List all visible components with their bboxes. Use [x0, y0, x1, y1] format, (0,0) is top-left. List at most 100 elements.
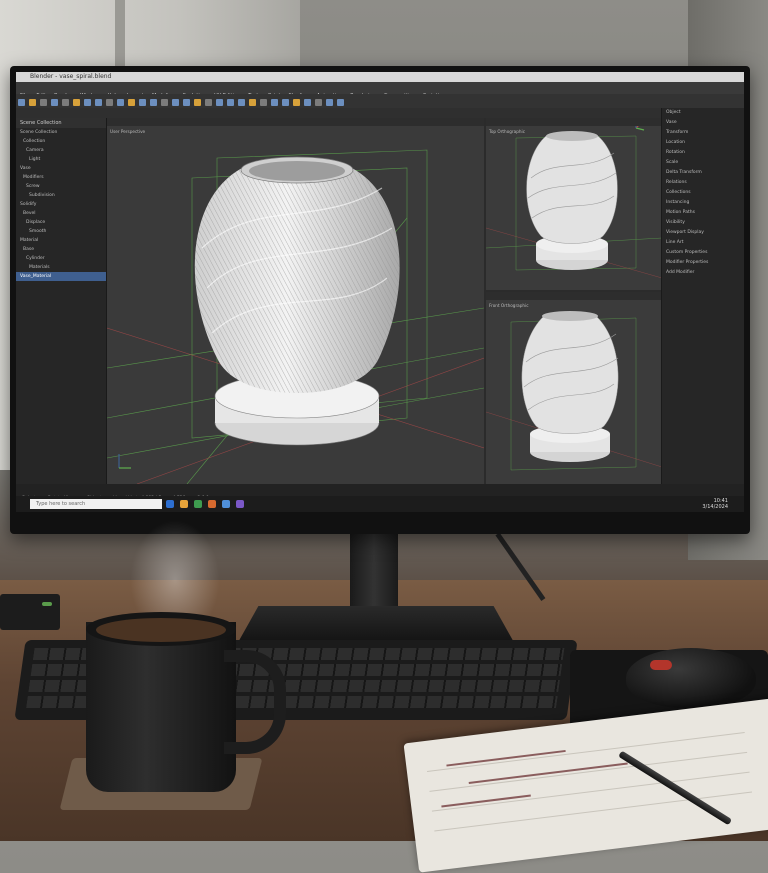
title-bar: Blender - vase_spiral.blend: [16, 72, 744, 82]
outliner-item[interactable]: Collection: [16, 137, 106, 146]
outliner-item[interactable]: Scene Collection: [16, 128, 106, 137]
viewport-toolbar: User Perspective: [107, 118, 484, 134]
property-item[interactable]: Object: [662, 108, 744, 118]
property-item[interactable]: Transform: [662, 128, 744, 138]
property-item[interactable]: Rotation: [662, 148, 744, 158]
tool-icon[interactable]: [161, 99, 168, 106]
status-bar: SelectRotate ViewObjectVase | Verts 4,88…: [16, 484, 744, 496]
tool-icon[interactable]: [62, 99, 69, 106]
vase-front-render: [486, 311, 662, 471]
tool-icon[interactable]: [326, 99, 333, 106]
task-view-icon[interactable]: [166, 500, 174, 508]
outliner-item[interactable]: Material: [16, 236, 106, 245]
taskbar-search-input[interactable]: Type here to search: [30, 499, 162, 509]
tool-icon[interactable]: [238, 99, 245, 106]
tool-icon[interactable]: [128, 99, 135, 106]
toolbar: [16, 94, 744, 108]
top-right-viewport[interactable]: Top Orthographic: [486, 118, 662, 290]
window-title: Blender - vase_spiral.blend: [30, 73, 112, 80]
property-item[interactable]: Viewport Display: [662, 228, 744, 238]
tool-icon[interactable]: [18, 99, 25, 106]
tool-icon[interactable]: [29, 99, 36, 106]
tool-icon[interactable]: [95, 99, 102, 106]
tool-icon[interactable]: [304, 99, 311, 106]
clock-date: 3/14/2024: [702, 504, 728, 510]
tool-icon[interactable]: [227, 99, 234, 106]
tool-icon[interactable]: [84, 99, 91, 106]
viewport-header: ViewSelectAddObjectObject ModeGlobalOpti…: [16, 108, 744, 125]
outliner-item[interactable]: Subdivision: [16, 191, 106, 200]
outliner-item[interactable]: Smooth: [16, 227, 106, 236]
mail-icon[interactable]: [222, 500, 230, 508]
property-item[interactable]: Instancing: [662, 198, 744, 208]
tool-icon[interactable]: [106, 99, 113, 106]
property-item[interactable]: Line Art: [662, 238, 744, 248]
taskbar-clock[interactable]: 10:41 3/14/2024: [702, 498, 728, 510]
outliner-item[interactable]: Displace: [16, 218, 106, 227]
tool-icon[interactable]: [282, 99, 289, 106]
outliner-item[interactable]: Vase: [16, 164, 106, 173]
main-viewport[interactable]: User Perspective: [107, 118, 484, 484]
tool-icon[interactable]: [337, 99, 344, 106]
property-item[interactable]: Add Modifier: [662, 268, 744, 278]
tool-icon[interactable]: [249, 99, 256, 106]
blender-icon[interactable]: [208, 500, 216, 508]
tool-icon[interactable]: [260, 99, 267, 106]
app-icon[interactable]: [236, 500, 244, 508]
windows-taskbar: Type here to search 10:41 3/14/2024: [16, 496, 744, 512]
viewport-toolbar: Front Orthographic: [486, 292, 662, 308]
outliner-item[interactable]: Screw: [16, 182, 106, 191]
mug-handle: [224, 650, 286, 754]
notebook-line: [427, 731, 745, 772]
property-item[interactable]: Scale: [662, 158, 744, 168]
mouse-accent: [650, 660, 672, 670]
outliner-item[interactable]: Solidify: [16, 200, 106, 209]
tool-icon[interactable]: [194, 99, 201, 106]
property-item[interactable]: Visibility: [662, 218, 744, 228]
outliner-item[interactable]: Bevel: [16, 209, 106, 218]
tool-icon[interactable]: [315, 99, 322, 106]
notebook-line: [434, 791, 753, 832]
properties-panel: Object Vase Transform Location Rotation Scale…: [661, 108, 744, 484]
property-item[interactable]: Location: [662, 138, 744, 148]
tool-icon[interactable]: [271, 99, 278, 106]
viewport-label: User Perspective: [110, 129, 146, 134]
tool-icon[interactable]: [172, 99, 179, 106]
bottom-right-viewport[interactable]: Front Orthographic: [486, 292, 662, 484]
outliner-item[interactable]: Materials: [16, 263, 106, 272]
tool-icon[interactable]: [139, 99, 146, 106]
property-item[interactable]: Custom Properties: [662, 248, 744, 258]
browser-icon[interactable]: [194, 500, 202, 508]
file-explorer-icon[interactable]: [180, 500, 188, 508]
tool-icon[interactable]: [117, 99, 124, 106]
tool-icon[interactable]: [183, 99, 190, 106]
tool-icon[interactable]: [205, 99, 212, 106]
tool-icon[interactable]: [51, 99, 58, 106]
outliner-item[interactable]: Modifiers: [16, 173, 106, 182]
outliner-item[interactable]: Vase_Material: [16, 272, 106, 281]
property-item[interactable]: Collections: [662, 188, 744, 198]
tool-icon[interactable]: [293, 99, 300, 106]
tool-icon[interactable]: [216, 99, 223, 106]
outliner-item[interactable]: Cylinder: [16, 254, 106, 263]
outliner-item[interactable]: Base: [16, 245, 106, 254]
computer-mouse: [626, 648, 756, 708]
outliner-item[interactable]: Camera: [16, 146, 106, 155]
property-item[interactable]: Motion Paths: [662, 208, 744, 218]
outliner-item[interactable]: Light: [16, 155, 106, 164]
handwriting: [468, 762, 628, 784]
status-light: [42, 602, 52, 606]
vase-3d-render: [107, 149, 484, 484]
tool-icon[interactable]: [150, 99, 157, 106]
blender-screen: Blender - vase_spiral.blend FileEditRend…: [16, 72, 744, 496]
outliner-header: Scene Collection: [16, 118, 106, 128]
property-item[interactable]: Vase: [662, 118, 744, 128]
coffee-mug: [86, 622, 236, 792]
property-item[interactable]: Modifier Properties: [662, 258, 744, 268]
property-item[interactable]: Delta Transform: [662, 168, 744, 178]
tool-icon[interactable]: [40, 99, 47, 106]
menu-bar: FileEditRenderWindowHelpLayoutModelingSc…: [16, 82, 744, 99]
outliner-panel: Scene Collection Scene Collection Collect…: [16, 118, 107, 484]
property-item[interactable]: Relations: [662, 178, 744, 188]
tool-icon[interactable]: [73, 99, 80, 106]
